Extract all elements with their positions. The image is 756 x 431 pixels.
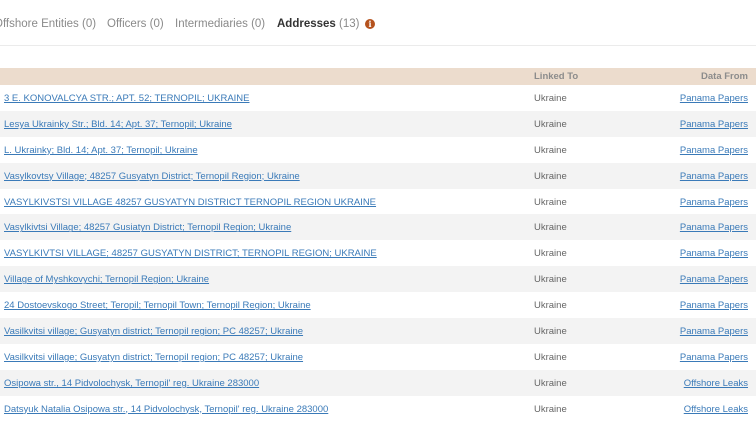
address-link[interactable]: Datsyuk Natalia Osipowa str., 14 Pidvolo… <box>4 404 328 415</box>
page: Offshore Entities (0) Officers (0) Inter… <box>0 0 756 431</box>
linked-to-cell: Ukraine <box>534 403 567 415</box>
tab-count: (0) <box>149 18 164 30</box>
table-row: Vasilkvitsi village; Gusyatyn district; … <box>0 344 756 370</box>
table-row: Village of Myshkovychi; Ternopil Region;… <box>0 266 756 293</box>
linked-to-cell: Ukraine <box>534 351 567 363</box>
addresses-table: Linked To Data From 3 E. KONOVALCYA STR.… <box>0 68 756 422</box>
tab-label: Intermediaries <box>175 18 248 30</box>
linked-to-cell: Ukraine <box>534 144 567 156</box>
linked-to-cell: Ukraine <box>534 118 567 130</box>
tab-count: (0) <box>251 18 266 30</box>
data-source-link[interactable]: Panama Papers <box>680 222 748 233</box>
linked-to-cell: Ukraine <box>534 196 567 208</box>
tab-offshore-entities[interactable]: Offshore Entities (0) <box>0 18 96 30</box>
address-link[interactable]: Lesya Ukrainky Str.; Bld. 14; Apt. 37; T… <box>4 119 232 130</box>
linked-to-cell: Ukraine <box>534 93 567 104</box>
tab-intermediaries[interactable]: Intermediaries (0) <box>175 18 265 30</box>
table-row: Datsyuk Natalia Osipowa str., 14 Pidvolo… <box>0 396 756 422</box>
tab-bar: Offshore Entities (0) Officers (0) Inter… <box>0 0 756 46</box>
data-source-link[interactable]: Panama Papers <box>680 326 748 337</box>
table-row: Osipowa str., 14 Pidvolochysk, Ternopil'… <box>0 369 756 396</box>
tab-officers[interactable]: Officers (0) <box>107 18 164 30</box>
table-row: L. Ukrainky; Bld. 14; Apt. 37; Ternopil;… <box>0 137 756 163</box>
tab-count: (13) <box>339 18 360 30</box>
address-link[interactable]: VASYLKIVTSI VILLAGE; 48257 GUSYATYN DIST… <box>4 248 377 259</box>
table-row: Vasylkovtsy Village; 48257 Gusyatyn Dist… <box>0 162 756 189</box>
address-link[interactable]: VASYLKIVSTSI VILLAGE 48257 GUSYATYN DIST… <box>4 197 376 208</box>
address-link[interactable]: Osipowa str., 14 Pidvolochysk, Ternopil'… <box>4 378 259 389</box>
data-source-link[interactable]: Offshore Leaks <box>684 378 748 389</box>
data-source-link[interactable]: Panama Papers <box>680 352 748 363</box>
linked-to-cell: Ukraine <box>534 170 567 182</box>
data-source-link[interactable]: Panama Papers <box>680 119 748 130</box>
table-row: Vasylkivtsi Village; 48257 Gusiatyn Dist… <box>0 214 756 241</box>
table-row: VASYLKIVSTSI VILLAGE 48257 GUSYATYN DIST… <box>0 189 756 215</box>
data-source-link[interactable]: Panama Papers <box>680 248 748 259</box>
table-row: VASYLKIVTSI VILLAGE; 48257 GUSYATYN DIST… <box>0 240 756 266</box>
tab-label: Officers <box>107 18 147 30</box>
tab-label: Addresses <box>277 18 336 30</box>
data-source-link[interactable]: Panama Papers <box>680 274 748 285</box>
address-link[interactable]: Vasilkvitsi village; Gusyatyn district; … <box>4 352 303 363</box>
data-source-link[interactable]: Offshore Leaks <box>684 404 748 415</box>
linked-to-cell: Ukraine <box>534 222 567 234</box>
address-link[interactable]: Village of Myshkovychi; Ternopil Region;… <box>4 274 209 285</box>
data-source-link[interactable]: Panama Papers <box>680 300 748 311</box>
linked-to-cell: Ukraine <box>534 274 567 286</box>
table-row: Lesya Ukrainky Str.; Bld. 14; Apt. 37; T… <box>0 110 756 137</box>
header-data-from: Data From <box>701 71 748 82</box>
linked-to-cell: Ukraine <box>534 326 567 338</box>
address-link[interactable]: L. Ukrainky; Bld. 14; Apt. 37; Ternopil;… <box>4 145 198 156</box>
address-link[interactable]: Vasilkvitsi village; Gusyatyn district; … <box>4 326 303 337</box>
table-row: Vasilkvitsi village; Gusyatyn district; … <box>0 318 756 344</box>
tab-count: (0) <box>82 18 97 30</box>
data-source-link[interactable]: Panama Papers <box>680 93 748 104</box>
info-icon[interactable]: i <box>365 19 375 29</box>
tab-addresses[interactable]: Addresses (13) <box>277 18 359 30</box>
linked-to-cell: Ukraine <box>534 377 567 389</box>
table-row: 24 Dostoevskogo Street; Teropil; Ternopi… <box>0 292 756 318</box>
address-link[interactable]: Vasylkovtsy Village; 48257 Gusyatyn Dist… <box>4 171 300 182</box>
data-source-link[interactable]: Panama Papers <box>680 197 748 208</box>
linked-to-cell: Ukraine <box>534 248 567 260</box>
address-link[interactable]: Vasylkivtsi Village; 48257 Gusiatyn Dist… <box>4 222 291 233</box>
tab-label: Offshore Entities <box>0 18 79 30</box>
table-header: Linked To Data From <box>0 68 756 85</box>
address-link[interactable]: 3 E. KONOVALCYA STR.; APT. 52; TERNOPIL;… <box>4 93 250 104</box>
data-source-link[interactable]: Panama Papers <box>680 171 748 182</box>
table-body: 3 E. KONOVALCYA STR.; APT. 52; TERNOPIL;… <box>0 85 756 422</box>
linked-to-cell: Ukraine <box>534 300 567 312</box>
address-link[interactable]: 24 Dostoevskogo Street; Teropil; Ternopi… <box>4 300 311 311</box>
header-linked-to: Linked To <box>534 71 579 82</box>
table-row: 3 E. KONOVALCYA STR.; APT. 52; TERNOPIL;… <box>0 85 756 111</box>
data-source-link[interactable]: Panama Papers <box>680 145 748 156</box>
